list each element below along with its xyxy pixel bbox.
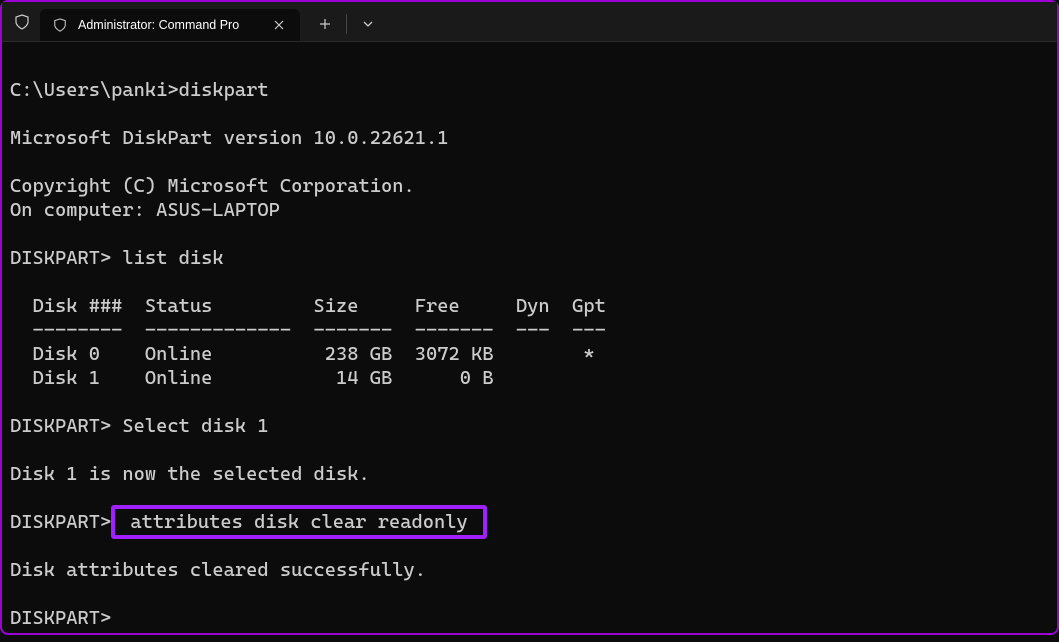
divider — [346, 14, 347, 34]
diskpart-prompt: DISKPART> — [10, 414, 111, 437]
table-row: Disk 1 Online 14 GB 0 B — [10, 366, 493, 389]
line: C:\Users\panki>diskpart — [10, 78, 269, 101]
output-line: Disk attributes cleared successfully. — [10, 558, 426, 581]
line: DISKPART> list disk — [10, 246, 224, 269]
shield-icon — [52, 17, 68, 33]
output-line: Copyright (C) Microsoft Corporation. — [10, 174, 415, 197]
line: DISKPART> Select disk 1 — [10, 414, 269, 437]
titlebar: Administrator: Command Pro — [2, 2, 1057, 42]
output-line: Microsoft DiskPart version 10.0.22621.1 — [10, 126, 448, 149]
new-tab-button[interactable] — [310, 10, 340, 38]
diskpart-prompt: DISKPART> — [10, 246, 111, 269]
command-text: Select disk 1 — [111, 414, 268, 437]
output-line: Disk 1 is now the selected disk. — [10, 462, 370, 485]
table-header: Disk ### Status Size Free Dyn Gpt — [10, 294, 606, 317]
highlighted-command: attributes disk clear readonly — [111, 505, 487, 539]
app-shield-icon — [12, 12, 32, 32]
command-text: diskpart — [179, 78, 269, 101]
titlebar-controls — [310, 6, 383, 38]
command-text: list disk — [111, 246, 223, 269]
tab-dropdown-button[interactable] — [353, 10, 383, 38]
table-divider: -------- ------------- ------- ------- -… — [10, 318, 606, 341]
active-tab[interactable]: Administrator: Command Pro — [40, 9, 300, 41]
output-line: On computer: ASUS-LAPTOP — [10, 198, 280, 221]
diskpart-prompt: DISKPART> — [10, 606, 111, 629]
diskpart-prompt: DISKPART> — [10, 510, 111, 533]
line: DISKPART> attributes disk clear readonly — [10, 505, 487, 539]
prompt-text: C:\Users\panki> — [10, 78, 179, 101]
tab-title: Administrator: Command Pro — [78, 18, 260, 32]
tab-close-button[interactable] — [270, 16, 288, 34]
table-row: Disk 0 Online 238 GB 3072 KB * — [10, 342, 595, 365]
terminal-content[interactable]: C:\Users\panki>diskpart Microsoft DiskPa… — [2, 42, 1057, 642]
